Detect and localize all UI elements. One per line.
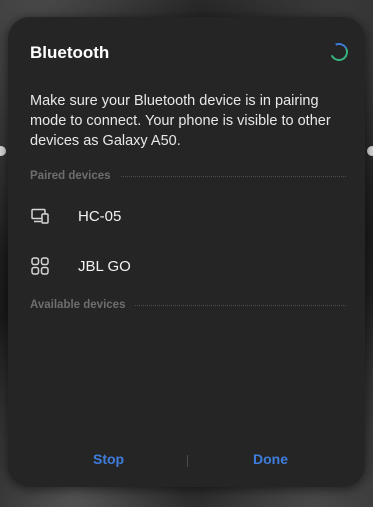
available-devices-header: Available devices — [30, 299, 346, 311]
actions-divider — [187, 455, 188, 467]
stop-button[interactable]: Stop — [93, 451, 124, 467]
edge-handle-right — [367, 146, 373, 156]
dialog-title: Bluetooth — [30, 43, 110, 62]
paired-devices-label: Paired devices — [30, 170, 111, 182]
done-button[interactable]: Done — [253, 451, 288, 467]
section-divider — [120, 175, 346, 177]
paired-devices-header: Paired devices — [30, 170, 346, 182]
device-item-hc-05[interactable]: HC-05 — [30, 201, 346, 231]
device-name: JBL GO — [78, 257, 131, 275]
device-item-jbl-go[interactable]: JBL GO — [30, 251, 346, 281]
computer-device-icon — [30, 206, 50, 226]
section-divider — [135, 304, 346, 306]
generic-device-icon — [30, 256, 50, 276]
dialog-actions: Stop Done — [8, 451, 365, 473]
dialog-description: Make sure your Bluetooth device is in pa… — [30, 93, 331, 149]
available-devices-label: Available devices — [30, 299, 126, 311]
scanning-spinner-icon — [327, 40, 351, 64]
bluetooth-dialog: Bluetooth Make sure your Bluetooth devic… — [8, 17, 365, 487]
device-name: HC-05 — [78, 207, 122, 225]
